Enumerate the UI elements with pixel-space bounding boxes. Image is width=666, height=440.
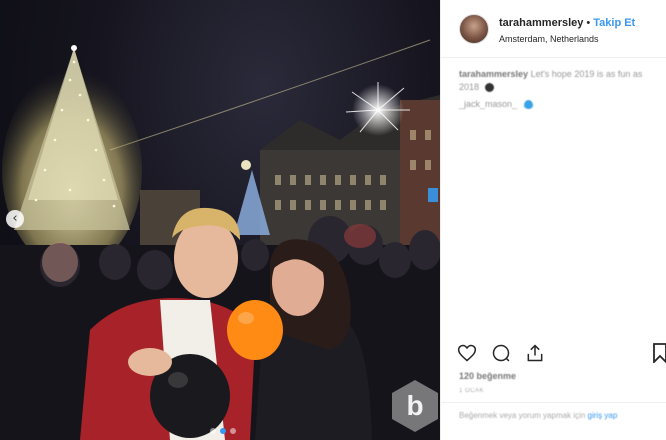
login-link[interactable]: giriş yap bbox=[588, 411, 618, 420]
divider bbox=[441, 402, 666, 403]
avatar[interactable] bbox=[459, 13, 489, 44]
heart-icon[interactable] bbox=[457, 343, 477, 363]
bookmark-icon[interactable] bbox=[653, 343, 666, 363]
likes-count[interactable]: 120 beğenme bbox=[459, 371, 516, 381]
action-bar bbox=[457, 343, 545, 363]
share-icon[interactable] bbox=[525, 343, 545, 363]
photo-scene bbox=[0, 39, 440, 440]
watermark-letter: b bbox=[406, 390, 424, 421]
username-link[interactable]: tarahammersley bbox=[499, 17, 583, 29]
post-timestamp: 1 OCAK bbox=[459, 388, 485, 394]
post-header: tarahammersley • Takip Et Amsterdam, Nethe… bbox=[441, 0, 666, 58]
caption-author[interactable]: tarahammersley bbox=[459, 69, 528, 79]
mention-link[interactable]: _jack_mason_ bbox=[459, 99, 517, 109]
carousel-dot bbox=[210, 428, 216, 434]
login-prompt-text: Beğenmek veya yorum yapmak için bbox=[459, 411, 586, 420]
carousel-dot bbox=[230, 428, 236, 434]
carousel-indicator bbox=[210, 428, 236, 434]
login-prompt: Beğenmek veya yorum yapmak için giriş ya… bbox=[459, 410, 659, 422]
location-link[interactable]: Amsterdam, Netherlands bbox=[499, 34, 635, 44]
separator-dot: • bbox=[586, 17, 591, 29]
header-text: tarahammersley • Takip Et Amsterdam, Nethe… bbox=[499, 13, 635, 44]
post-sidebar: tarahammersley • Takip Et Amsterdam, Nethe… bbox=[440, 0, 666, 440]
blue-heart-icon bbox=[523, 100, 533, 110]
carousel-dot-active bbox=[220, 428, 226, 434]
post-caption: tarahammersley Let's hope 2019 is as fun… bbox=[441, 58, 666, 111]
post-photo[interactable]: ‹ bbox=[0, 0, 440, 440]
comment-icon[interactable] bbox=[491, 343, 511, 363]
carousel-prev-button[interactable]: ‹ bbox=[6, 210, 24, 228]
follow-button[interactable]: Takip Et bbox=[593, 17, 635, 29]
emoji-icon bbox=[484, 83, 494, 93]
